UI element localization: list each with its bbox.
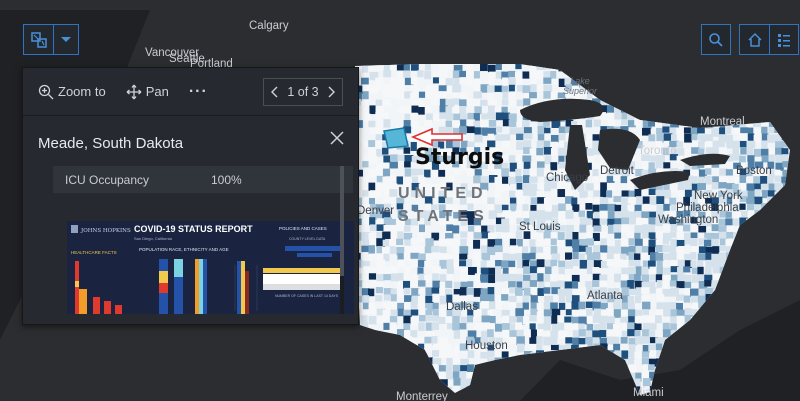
city-label-toronto: Toronto: [638, 145, 677, 157]
lake-label: Lake Superior: [563, 76, 598, 96]
search-button[interactable]: [701, 24, 731, 55]
pan-icon: [126, 84, 142, 99]
report-logo: [71, 225, 78, 233]
city-label-atlanta: Atlanta: [587, 290, 623, 302]
pager-text: 1 of 3: [287, 85, 319, 99]
basemap-dropdown-button[interactable]: [53, 24, 79, 55]
city-label-philadelphia: Philadelphia: [676, 202, 739, 214]
scrollbar-thumb[interactable]: [340, 166, 344, 276]
city-label-montreal: Montreal: [700, 116, 745, 128]
city-label-denver: Denver: [357, 205, 395, 217]
report-org: JOHNS HOPKINS: [80, 228, 131, 234]
search-icon: [709, 32, 723, 47]
report-section-pop: POPULATION RACE, ETHNICITY AND AGE: [139, 247, 229, 252]
city-label-new-york: New York: [694, 190, 743, 202]
chevron-down-icon: [61, 36, 71, 42]
city-label-monterrey: Monterrey: [396, 391, 448, 401]
zoom-in-icon: [38, 84, 54, 99]
zoom-to-label: Zoom to: [58, 84, 106, 99]
close-icon[interactable]: [330, 131, 344, 145]
city-label-dallas: Dallas: [446, 301, 478, 313]
more-actions-button[interactable]: ···: [189, 83, 208, 101]
popup-title: Meade, South Dakota: [38, 135, 184, 152]
city-label-detroit: Detroit: [600, 165, 634, 177]
sturgis-annotation: Sturgis: [415, 145, 505, 170]
city-label-chicago: Chicago: [546, 172, 589, 184]
basemap-button[interactable]: [23, 24, 54, 55]
layer-list-button[interactable]: [769, 24, 799, 55]
report-title: COVID-19 STATUS REPORT: [134, 224, 253, 234]
popup-scrollbar[interactable]: [340, 166, 344, 314]
report-policy-sub: COUNTY LEVEL DATA: [289, 237, 326, 241]
city-label-miami: Miami: [633, 387, 664, 399]
basemap-layers-icon: [30, 31, 47, 48]
report-subtitle: San Diego, California: [134, 236, 173, 241]
pan-button[interactable]: Pan: [126, 84, 169, 100]
highlighted-county[interactable]: [383, 127, 409, 149]
report-section-health: HEALTHCARE FACTS: [71, 250, 117, 255]
country-label-line2: STATES: [398, 208, 489, 225]
feature-pager: 1 of 3: [263, 78, 343, 106]
city-label-washington: Washington: [658, 214, 719, 226]
home-button[interactable]: [739, 24, 770, 55]
home-icon: [747, 32, 762, 47]
attribute-value: 100%: [211, 172, 242, 187]
report-section-cases: NUMBER OF CASES IN LAST 14 DAYS: [275, 294, 339, 298]
city-label-calgary: Calgary: [249, 20, 289, 32]
feature-popup: Zoom to Pan ··· 1 of 3 Meade, South Dako…: [22, 67, 359, 325]
city-label-boston: Boston: [736, 165, 772, 177]
city-label-houston: Houston: [465, 340, 508, 352]
status-report-image[interactable]: JOHNS HOPKINS COVID-19 STATUS REPORT San…: [67, 221, 354, 314]
country-label-line1: UNITED: [398, 185, 488, 202]
report-section-policy: POLICIES AND CASES: [279, 226, 327, 231]
chevron-right-icon[interactable]: [328, 86, 336, 98]
list-icon: [778, 33, 790, 47]
attribute-name: ICU Occupancy: [65, 172, 150, 187]
pan-label: Pan: [145, 84, 169, 99]
report-graphic: JOHNS HOPKINS COVID-19 STATUS REPORT San…: [67, 221, 354, 314]
attribute-row: ICU Occupancy 100%: [53, 166, 353, 193]
chevron-left-icon[interactable]: [270, 86, 278, 98]
zoom-to-button[interactable]: Zoom to: [38, 84, 106, 100]
city-label-st-louis: St Louis: [519, 221, 561, 233]
